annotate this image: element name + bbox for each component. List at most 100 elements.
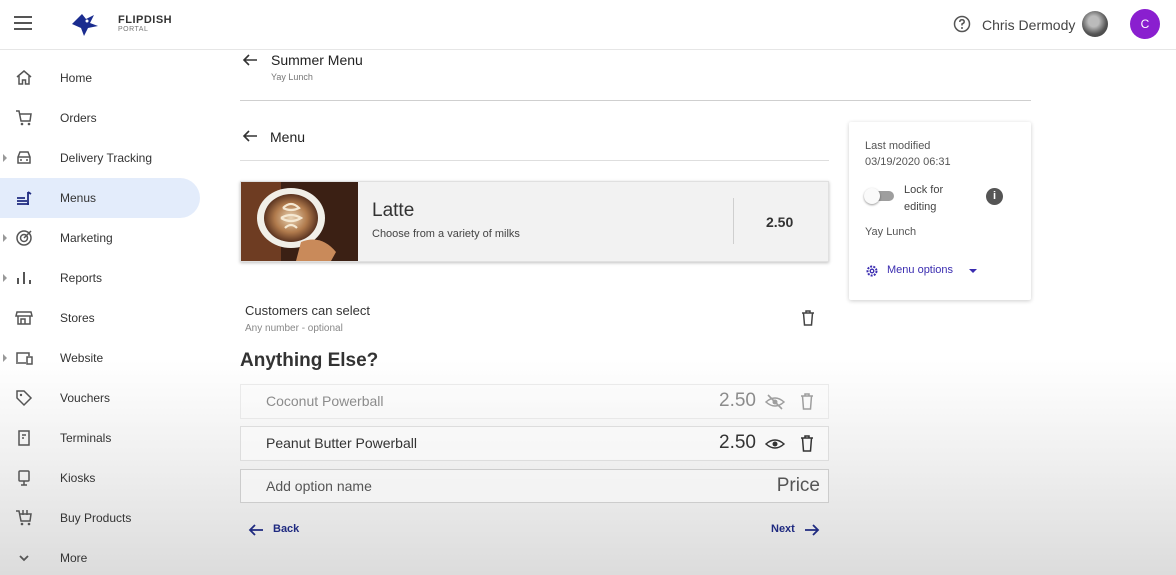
sidebar-item-label: More bbox=[60, 551, 88, 565]
option-price[interactable]: 2.50 bbox=[719, 432, 756, 454]
sidebar-item-stores[interactable]: Stores bbox=[0, 298, 210, 338]
sidebar-item-label: Orders bbox=[60, 111, 97, 125]
page-title: Summer Menu bbox=[271, 52, 363, 68]
chevron-down-icon bbox=[19, 555, 29, 562]
back-arrow-icon[interactable] bbox=[241, 51, 259, 69]
trash-icon[interactable] bbox=[800, 393, 814, 410]
store-icon bbox=[15, 311, 33, 325]
terminal-icon bbox=[18, 430, 30, 446]
lock-editing-toggle[interactable] bbox=[864, 188, 894, 204]
last-modified-label: Last modified bbox=[865, 140, 931, 152]
selection-rule-subtitle: Any number - optional bbox=[245, 323, 343, 334]
option-name[interactable]: Peanut Butter Powerball bbox=[266, 435, 417, 451]
sidebar-item-label: Menus bbox=[60, 191, 97, 205]
lock-editing-label: Lock for editing bbox=[904, 184, 944, 213]
eye-off-icon[interactable] bbox=[765, 394, 785, 410]
sidebar-item-label: Delivery Tracking bbox=[60, 151, 153, 165]
sidebar-item-label: Vouchers bbox=[60, 391, 111, 405]
last-modified-date: 03/19/2020 06:31 bbox=[865, 156, 951, 168]
user-initial-avatar[interactable]: C bbox=[1130, 9, 1160, 39]
sidebar-item-label: Stores bbox=[60, 311, 95, 325]
section-title: Menu bbox=[270, 129, 306, 145]
sidebar-item-label: Home bbox=[60, 71, 93, 85]
caret-down-icon bbox=[969, 269, 977, 273]
sidebar-item-delivery-tracking[interactable]: Delivery Tracking bbox=[0, 138, 210, 178]
trash-icon[interactable] bbox=[800, 435, 814, 452]
expand-caret-icon[interactable] bbox=[3, 154, 7, 162]
bar-chart-icon bbox=[17, 272, 31, 284]
sidebar: Home Orders Delivery Tracking Menus Mark… bbox=[0, 58, 210, 575]
sidebar-item-website[interactable]: Website bbox=[0, 338, 210, 378]
brand: FLIPDISH PORTAL bbox=[118, 14, 172, 33]
expand-caret-icon[interactable] bbox=[3, 274, 7, 282]
next-button-label: Next bbox=[771, 523, 795, 535]
expand-caret-icon[interactable] bbox=[3, 234, 7, 242]
sidebar-item-vouchers[interactable]: Vouchers bbox=[0, 378, 210, 418]
sidebar-item-label: Marketing bbox=[60, 231, 113, 245]
back-arrow-icon[interactable] bbox=[241, 127, 259, 145]
item-name: Latte bbox=[372, 200, 415, 221]
item-price: 2.50 bbox=[766, 214, 794, 230]
sidebar-item-label: Terminals bbox=[60, 431, 112, 445]
sidebar-item-buy-products[interactable]: Buy Products bbox=[0, 498, 210, 538]
info-icon[interactable]: i bbox=[986, 188, 1003, 205]
selection-rule-title[interactable]: Customers can select bbox=[245, 303, 370, 318]
item-description: Choose from a variety of milks bbox=[372, 228, 520, 240]
sidebar-item-reports[interactable]: Reports bbox=[0, 258, 210, 298]
sidebar-item-orders[interactable]: Orders bbox=[0, 98, 210, 138]
arrow-left-icon bbox=[248, 524, 263, 536]
next-button[interactable]: Next bbox=[770, 520, 822, 540]
kiosk-icon bbox=[18, 470, 30, 486]
menu-name: Yay Lunch bbox=[865, 226, 917, 238]
menu-info-panel: Last modified 03/19/2020 06:31 Lock for … bbox=[849, 122, 1031, 300]
delete-group-trash-icon[interactable] bbox=[801, 310, 815, 326]
car-icon bbox=[17, 151, 31, 164]
tag-icon bbox=[16, 390, 33, 407]
sidebar-item-label: Kiosks bbox=[60, 471, 96, 485]
option-group-name[interactable]: Anything Else? bbox=[240, 350, 378, 372]
sidebar-item-marketing[interactable]: Marketing bbox=[0, 218, 210, 258]
menu-options-label: Menu options bbox=[887, 264, 954, 276]
menu-item-card[interactable]: Latte Choose from a variety of milks 2.5… bbox=[240, 181, 829, 262]
arrow-right-icon bbox=[805, 524, 820, 536]
divider bbox=[240, 100, 1031, 101]
divider bbox=[240, 160, 829, 161]
page-subtitle: Yay Lunch bbox=[271, 72, 313, 82]
toggle-knob bbox=[864, 188, 880, 204]
shopping-cart-icon bbox=[16, 510, 32, 526]
option-price[interactable]: 2.50 bbox=[719, 390, 756, 412]
sidebar-item-label: Buy Products bbox=[60, 511, 132, 525]
sidebar-item-label: Reports bbox=[60, 271, 103, 285]
option-row[interactable]: Coconut Powerball 2.50 bbox=[240, 384, 829, 419]
eye-icon[interactable] bbox=[765, 436, 785, 452]
option-row[interactable]: Peanut Butter Powerball 2.50 bbox=[240, 426, 829, 461]
devices-icon bbox=[16, 352, 33, 365]
add-option-row[interactable]: Add option name Price bbox=[240, 469, 829, 503]
add-option-name-input[interactable]: Add option name bbox=[266, 478, 372, 494]
home-icon bbox=[16, 70, 32, 85]
help-icon[interactable] bbox=[953, 15, 971, 33]
item-image bbox=[241, 182, 358, 261]
user-photo-avatar[interactable] bbox=[1082, 11, 1108, 37]
add-option-price-input[interactable]: Price bbox=[777, 475, 820, 497]
user-name[interactable]: Chris Dermody bbox=[982, 17, 1075, 33]
sidebar-item-terminals[interactable]: Terminals bbox=[0, 418, 210, 458]
sidebar-item-kiosks[interactable]: Kiosks bbox=[0, 458, 210, 498]
sidebar-item-home[interactable]: Home bbox=[0, 58, 210, 98]
brand-name: FLIPDISH bbox=[118, 14, 173, 26]
back-button-label: Back bbox=[273, 523, 300, 535]
flipdish-logo[interactable] bbox=[68, 10, 100, 38]
sidebar-item-more[interactable]: More bbox=[0, 538, 210, 575]
cart-icon bbox=[16, 110, 32, 126]
expand-caret-icon[interactable] bbox=[3, 354, 7, 362]
menu-book-icon bbox=[17, 191, 32, 205]
brand-subtitle: PORTAL bbox=[118, 26, 149, 33]
sidebar-item-label: Website bbox=[60, 351, 104, 365]
option-name[interactable]: Coconut Powerball bbox=[266, 393, 384, 409]
sidebar-item-menus[interactable]: Menus bbox=[0, 178, 200, 218]
target-icon bbox=[16, 230, 32, 246]
gear-icon bbox=[866, 265, 878, 277]
hamburger-menu-icon[interactable] bbox=[14, 16, 32, 32]
divider bbox=[733, 198, 734, 244]
top-bar: FLIPDISH PORTAL Chris Dermody C bbox=[0, 0, 1176, 50]
